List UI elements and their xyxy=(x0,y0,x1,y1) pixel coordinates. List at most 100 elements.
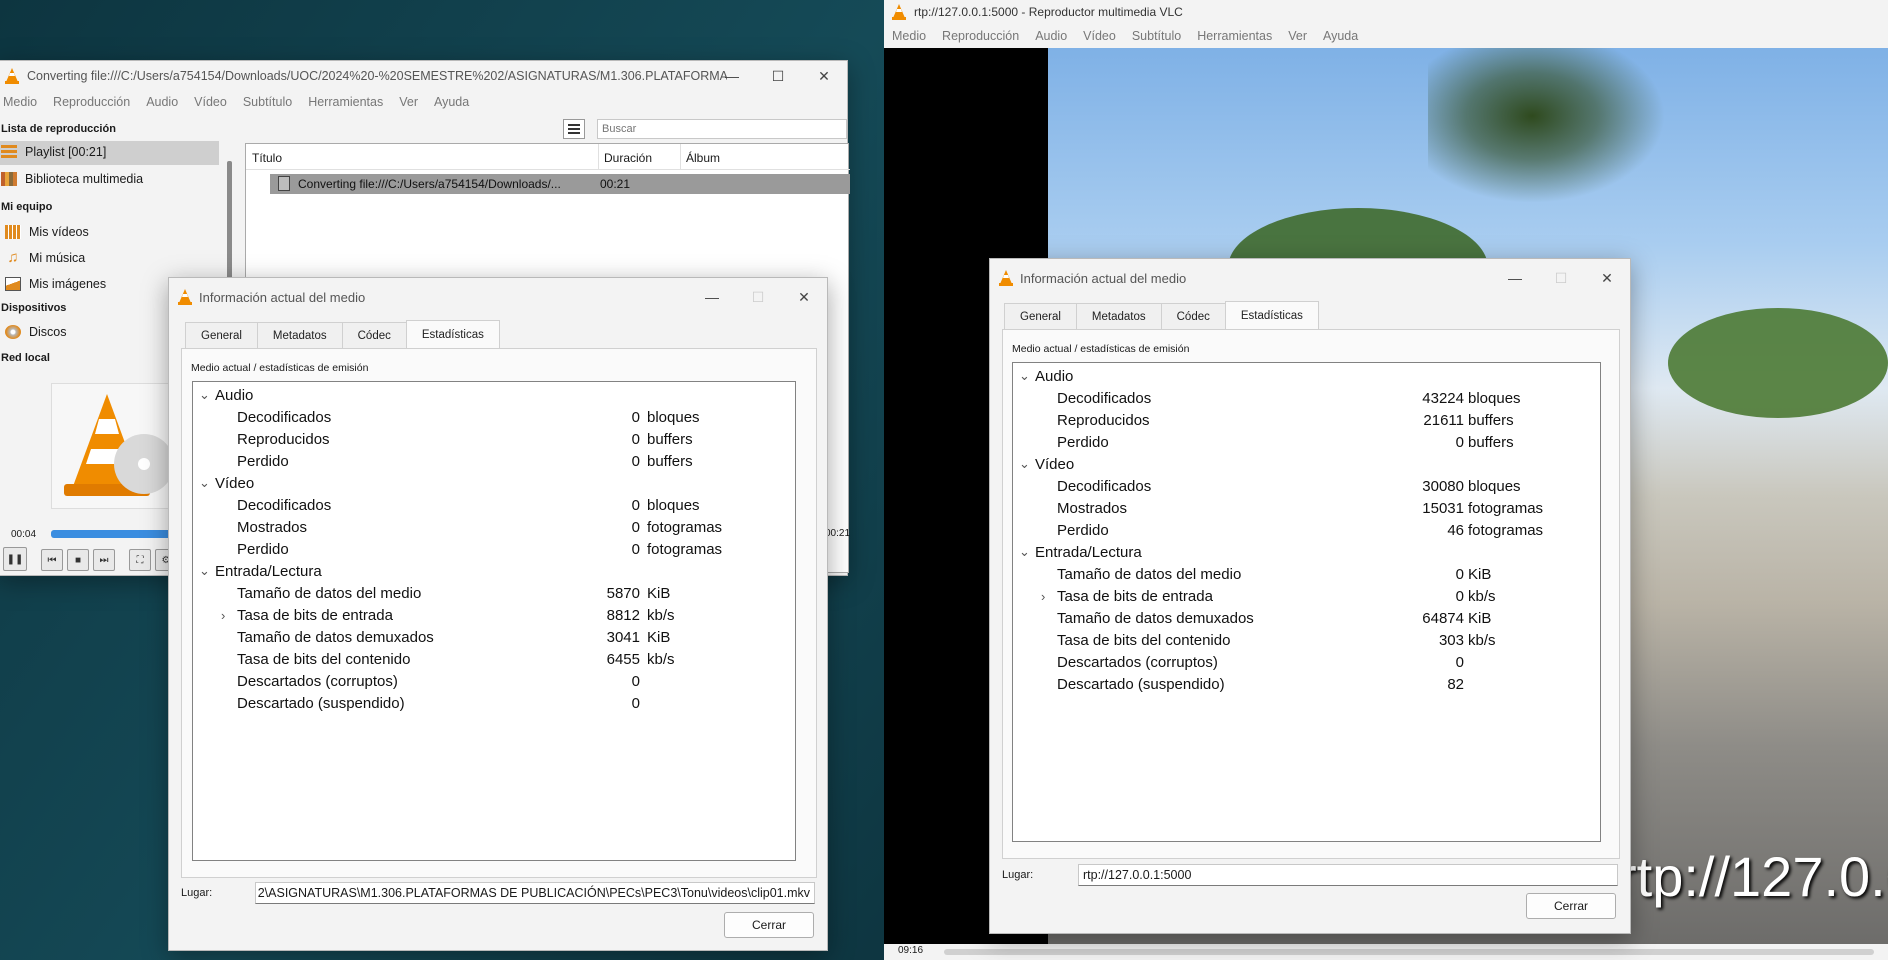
row-discarded-corrupted[interactable]: Descartados (corruptos) 0 xyxy=(1013,651,1600,673)
tab-codec[interactable]: Códec xyxy=(1160,303,1226,329)
row-video-displayed[interactable]: Mostrados 0 fotogramas xyxy=(193,516,795,538)
chevron-down-icon[interactable]: ⌄ xyxy=(199,387,210,403)
tree-group-audio[interactable]: ⌄ Audio xyxy=(193,384,795,406)
row-media-data-size[interactable]: Tamaño de datos del medio 5870 KiB xyxy=(193,582,795,604)
row-audio-decoded[interactable]: Decodificados 0 bloques xyxy=(193,406,795,428)
stat-label: Perdido xyxy=(237,452,289,470)
menu-subtitulo[interactable]: Subtítulo xyxy=(243,95,292,109)
row-input-bitrate[interactable]: › Tasa de bits de entrada 8812 kb/s xyxy=(193,604,795,626)
tree-group-input[interactable]: ⌄ Entrada/Lectura xyxy=(1013,541,1600,563)
next-button[interactable]: ⏭ xyxy=(93,549,115,571)
row-audio-decoded[interactable]: Decodificados 43224 bloques xyxy=(1013,387,1600,409)
vlc-menu-video[interactable]: Vídeo xyxy=(1083,29,1116,43)
sidebar-item-my-videos[interactable]: Mis vídeos xyxy=(5,225,89,239)
pause-button[interactable]: ❚❚ xyxy=(3,547,27,571)
stat-label: Mostrados xyxy=(237,518,308,536)
vlc-menu-herramientas[interactable]: Herramientas xyxy=(1197,29,1272,43)
stop-button[interactable]: ■ xyxy=(67,549,89,571)
playlist-search-input[interactable] xyxy=(597,119,847,139)
column-title[interactable]: Título xyxy=(252,151,282,165)
location-field[interactable]: rtp://127.0.0.1:5000 xyxy=(1078,864,1618,886)
tree-group-video[interactable]: ⌄ Vídeo xyxy=(1013,453,1600,475)
row-video-decoded[interactable]: Decodificados 30080 bloques xyxy=(1013,475,1600,497)
vlc-titlebar[interactable]: rtp://127.0.0.1:5000 - Reproductor multi… xyxy=(884,0,1888,24)
row-audio-played[interactable]: Reproducidos 0 buffers xyxy=(193,428,795,450)
chevron-down-icon[interactable]: ⌄ xyxy=(1019,368,1030,384)
sidebar-item-library[interactable]: Biblioteca multimedia xyxy=(1,172,143,186)
tab-metadata[interactable]: Metadatos xyxy=(1075,303,1162,329)
tab-codec[interactable]: Códec xyxy=(341,322,407,348)
row-audio-played[interactable]: Reproducidos 21611 buffers xyxy=(1013,409,1600,431)
vlc-menu-ver[interactable]: Ver xyxy=(1288,29,1307,43)
row-media-data-size[interactable]: Tamaño de datos del medio 0 KiB xyxy=(1013,563,1600,585)
column-divider xyxy=(598,144,599,170)
minimize-button[interactable]: — xyxy=(709,61,755,91)
tab-statistics[interactable]: Estadísticas xyxy=(1224,301,1319,329)
tab-general[interactable]: General xyxy=(1004,303,1077,329)
stat-value: 43224 xyxy=(1422,389,1464,407)
vlc-seek-slider[interactable] xyxy=(944,949,1874,955)
menu-herramientas[interactable]: Herramientas xyxy=(308,95,383,109)
row-audio-lost[interactable]: Perdido 0 buffers xyxy=(1013,431,1600,453)
row-video-lost[interactable]: Perdido 46 fotogramas xyxy=(1013,519,1600,541)
maximize-button[interactable]: ☐ xyxy=(755,61,801,91)
row-demuxed-data-size[interactable]: Tamaño de datos demuxados 64874 KiB xyxy=(1013,607,1600,629)
vlc-menu-subtitulo[interactable]: Subtítulo xyxy=(1132,29,1181,43)
chevron-down-icon[interactable]: ⌄ xyxy=(1019,456,1030,472)
close-button[interactable]: ✕ xyxy=(1584,259,1630,297)
vlc-menu-reproduccion[interactable]: Reproducción xyxy=(942,29,1019,43)
tree-group-audio[interactable]: ⌄ Audio xyxy=(1013,365,1600,387)
playlist-titlebar[interactable]: Converting file:///C:/Users/a754154/Down… xyxy=(0,61,847,91)
column-duration[interactable]: Duración xyxy=(604,151,652,165)
tree-group-input[interactable]: ⌄ Entrada/Lectura xyxy=(193,560,795,582)
previous-button[interactable]: ⏮ xyxy=(41,549,63,571)
tree-group-video[interactable]: ⌄ Vídeo xyxy=(193,472,795,494)
tab-general[interactable]: General xyxy=(185,322,258,348)
tab-statistics[interactable]: Estadísticas xyxy=(405,320,500,348)
menu-audio[interactable]: Audio xyxy=(146,95,178,109)
menu-medio[interactable]: Medio xyxy=(3,95,37,109)
tab-metadata[interactable]: Metadatos xyxy=(256,322,343,348)
minimize-button[interactable]: — xyxy=(1492,259,1538,297)
chevron-right-icon[interactable]: › xyxy=(1041,589,1045,604)
row-audio-lost[interactable]: Perdido 0 buffers xyxy=(193,450,795,472)
close-dialog-button[interactable]: Cerrar xyxy=(1526,893,1616,919)
stat-value: 0 xyxy=(1455,433,1464,451)
row-video-displayed[interactable]: Mostrados 15031 fotogramas xyxy=(1013,497,1600,519)
chevron-down-icon[interactable]: ⌄ xyxy=(199,475,210,491)
row-demuxed-data-size[interactable]: Tamaño de datos demuxados 3041 KiB xyxy=(193,626,795,648)
dialog-left-titlebar[interactable]: Información actual del medio — ☐ ✕ xyxy=(169,278,827,316)
vlc-menu-ayuda[interactable]: Ayuda xyxy=(1323,29,1358,43)
close-button[interactable]: ✕ xyxy=(781,278,827,316)
vlc-menu-audio[interactable]: Audio xyxy=(1035,29,1067,43)
minimize-button[interactable]: — xyxy=(689,278,735,316)
playlist-view-toggle[interactable] xyxy=(563,119,585,139)
table-row[interactable]: Converting file:///C:/Users/a754154/Down… xyxy=(270,174,850,194)
chevron-down-icon[interactable]: ⌄ xyxy=(1019,544,1030,560)
row-video-lost[interactable]: Perdido 0 fotogramas xyxy=(193,538,795,560)
menu-ayuda[interactable]: Ayuda xyxy=(434,95,469,109)
sidebar-item-discs[interactable]: Discos xyxy=(5,325,67,339)
column-album[interactable]: Álbum xyxy=(686,151,720,165)
menu-ver[interactable]: Ver xyxy=(399,95,418,109)
chevron-right-icon[interactable]: › xyxy=(221,608,225,623)
location-field[interactable]: E 2\ASIGNATURAS\M1.306.PLATAFORMAS DE PU… xyxy=(255,882,815,904)
row-video-decoded[interactable]: Decodificados 0 bloques xyxy=(193,494,795,516)
menu-video[interactable]: Vídeo xyxy=(194,95,227,109)
sidebar-item-playlist[interactable]: Playlist [00:21] xyxy=(1,145,106,159)
row-content-bitrate[interactable]: Tasa de bits del contenido 303 kb/s xyxy=(1013,629,1600,651)
chevron-down-icon[interactable]: ⌄ xyxy=(199,563,210,579)
row-content-bitrate[interactable]: Tasa de bits del contenido 6455 kb/s xyxy=(193,648,795,670)
vlc-menu-medio[interactable]: Medio xyxy=(892,29,926,43)
close-dialog-button[interactable]: Cerrar xyxy=(724,912,814,938)
dialog-right-titlebar[interactable]: Información actual del medio — ☐ ✕ xyxy=(990,259,1630,297)
row-dropped-discontinued[interactable]: Descartado (suspendido) 0 xyxy=(193,692,795,714)
menu-reproduccion[interactable]: Reproducción xyxy=(53,95,130,109)
sidebar-item-my-pictures[interactable]: Mis imágenes xyxy=(5,277,106,291)
sidebar-item-my-music[interactable]: ♫ Mi música xyxy=(5,250,85,265)
close-button[interactable]: ✕ xyxy=(801,61,847,91)
row-input-bitrate[interactable]: › Tasa de bits de entrada 0 kb/s xyxy=(1013,585,1600,607)
row-dropped-discontinued[interactable]: Descartado (suspendido) 82 xyxy=(1013,673,1600,695)
fullscreen-button[interactable]: ⛶ xyxy=(129,549,151,571)
row-discarded-corrupted[interactable]: Descartados (corruptos) 0 xyxy=(193,670,795,692)
